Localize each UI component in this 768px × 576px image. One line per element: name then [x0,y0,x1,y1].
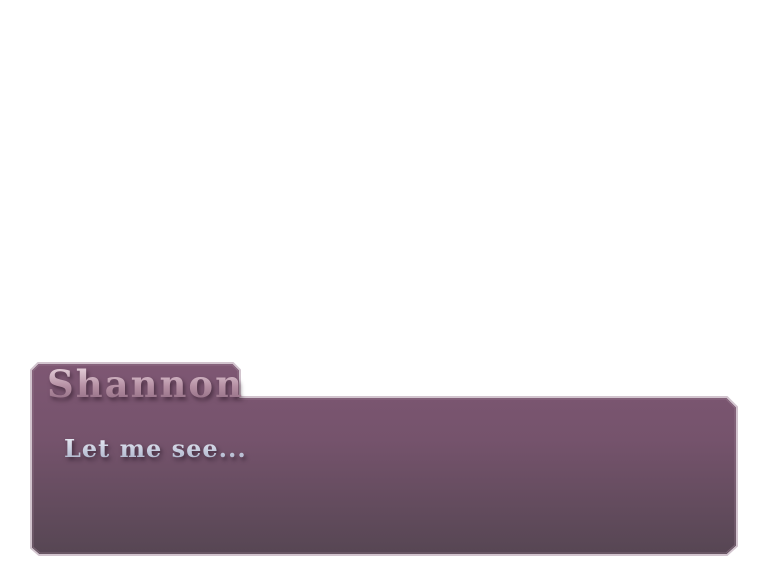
dialogue-box[interactable]: Shannon Let me see... [0,0,768,576]
dialogue-frame [30,362,738,556]
dialogue-text: Let me see... [64,433,704,464]
game-scene[interactable]: Shannon Let me see... [0,0,768,576]
speaker-name: Shannon [47,362,244,406]
